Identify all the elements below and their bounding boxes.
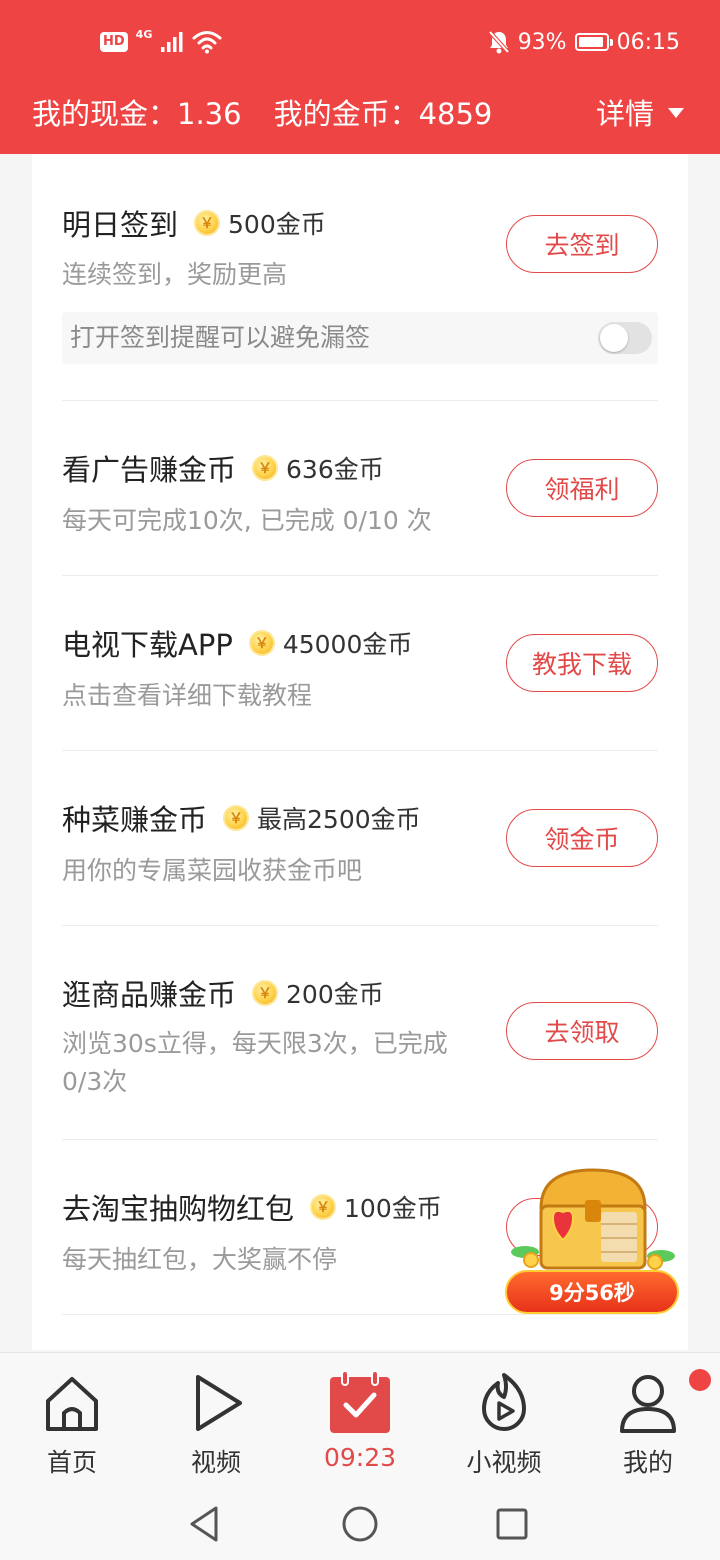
nav-home-label: 首页 bbox=[46, 1448, 97, 1477]
task-reward-text: 200金币 bbox=[286, 980, 384, 1009]
task-description: 每天抽红包，大奖赢不停 bbox=[62, 1245, 338, 1274]
sign-in-reminder: 打开签到提醒可以避免漏签 bbox=[62, 312, 658, 364]
coin-icon: ￥ bbox=[223, 805, 250, 831]
task-title: 种菜赚金币 bbox=[62, 803, 208, 837]
battery-level bbox=[578, 37, 603, 47]
nav-video-label: 视频 bbox=[190, 1448, 241, 1477]
home-icon bbox=[46, 1377, 98, 1431]
details-label: 详情 bbox=[595, 97, 654, 131]
task-title: 逛商品赚金币 bbox=[62, 978, 237, 1012]
claim-coins-button[interactable]: 领金币 bbox=[506, 809, 658, 867]
task-reward: ￥ 100金币 bbox=[310, 1189, 442, 1225]
task-description: 连续签到，奖励更高 bbox=[62, 260, 288, 289]
task-title-row: 电视下载APP ￥ 45000金币 bbox=[62, 622, 412, 664]
task-watch-ads: 看广告赚金币 ￥ 636金币 每天可完成10次, 已完成 0/10 次 领福利 bbox=[62, 401, 658, 576]
task-reward-text: 100金币 bbox=[344, 1194, 442, 1223]
task-description: 用你的专属菜园收获金币吧 bbox=[62, 856, 363, 885]
nav-tasks[interactable]: 09:23 bbox=[300, 1371, 420, 1481]
reminder-text: 打开签到提醒可以避免漏签 bbox=[70, 323, 371, 352]
network-type: 4G bbox=[135, 27, 153, 41]
nav-video[interactable]: 视频 bbox=[156, 1371, 276, 1481]
play-icon bbox=[196, 1375, 242, 1431]
nav-short-video-label: 小视频 bbox=[466, 1448, 542, 1477]
task-description: 点击查看详细下载教程 bbox=[62, 681, 313, 710]
hd-badge: HD bbox=[100, 32, 128, 52]
battery-icon bbox=[574, 33, 613, 51]
task-title: 明日签到 bbox=[62, 208, 179, 242]
task-title-row: 明日签到 ￥ 500金币 bbox=[62, 202, 326, 244]
status-bar: HD 4G 93% 06:15 bbox=[0, 0, 720, 84]
coin-icon: ￥ bbox=[252, 455, 279, 481]
signal-icon bbox=[161, 32, 183, 52]
coin-icon: ￥ bbox=[310, 1194, 337, 1220]
treasure-chest-widget[interactable]: 9分56秒 bbox=[505, 1160, 679, 1320]
nav-tasks-label: 09:23 bbox=[323, 1443, 397, 1472]
details-button[interactable]: 详情 bbox=[596, 88, 684, 136]
task-description: 每天可完成10次, 已完成 0/10 次 bbox=[62, 506, 432, 535]
nav-home[interactable]: 首页 bbox=[12, 1371, 132, 1481]
task-grow-vegetables: 种菜赚金币 ￥ 最高2500金币 用你的专属菜园收获金币吧 领金币 bbox=[62, 751, 658, 926]
system-nav bbox=[0, 1488, 720, 1560]
notification-dot bbox=[689, 1369, 711, 1391]
cash-balance: 我的现金：1.36 bbox=[32, 97, 242, 131]
treasure-chest-icon bbox=[511, 1168, 675, 1270]
nav-profile-label: 我的 bbox=[622, 1448, 673, 1477]
task-reward-text: 45000金币 bbox=[282, 630, 413, 659]
back-icon[interactable] bbox=[184, 1502, 228, 1546]
profile-icon bbox=[620, 1375, 676, 1433]
task-title-row: 去淘宝抽购物红包 ￥ 100金币 bbox=[62, 1186, 442, 1228]
task-title-row: 种菜赚金币 ￥ 最高2500金币 bbox=[62, 797, 421, 839]
home-circle-icon[interactable] bbox=[338, 1502, 382, 1546]
status-bar-left: HD 4G bbox=[100, 26, 222, 58]
status-bar-right: 93% 06:15 bbox=[488, 26, 680, 58]
task-title: 看广告赚金币 bbox=[62, 453, 237, 487]
battery-percent: 93% bbox=[517, 29, 567, 55]
app-screen: HD 4G 93% 06:15 我的现金：1.36 我的金币：4859 详情 明… bbox=[0, 0, 720, 1560]
task-reward-text: 最高2500金币 bbox=[257, 805, 421, 834]
bottom-nav: 首页 视频 09:23 小视频 我的 bbox=[0, 1352, 720, 1488]
caret-down-icon bbox=[668, 108, 684, 118]
coin-icon: ￥ bbox=[248, 630, 275, 656]
task-title-row: 逛商品赚金币 ￥ 200金币 bbox=[62, 972, 384, 1014]
sign-in-button[interactable]: 去签到 bbox=[506, 215, 658, 273]
clock: 06:15 bbox=[616, 29, 680, 55]
task-title: 电视下载APP bbox=[62, 628, 233, 662]
nav-profile[interactable]: 我的 bbox=[588, 1371, 708, 1481]
coin-icon: ￥ bbox=[194, 210, 221, 236]
mute-bell-icon bbox=[488, 30, 510, 54]
task-title-row: 看广告赚金币 ￥ 636金币 bbox=[62, 447, 384, 489]
recents-icon[interactable] bbox=[490, 1502, 534, 1546]
calendar-check-icon bbox=[330, 1371, 390, 1433]
task-browse-products: 逛商品赚金币 ￥ 200金币 浏览30s立得，每天限3次，已完成0/3次 去领取 bbox=[62, 926, 658, 1140]
claim-welfare-button[interactable]: 领福利 bbox=[506, 459, 658, 517]
task-reward-text: 636金币 bbox=[286, 455, 384, 484]
nav-short-video[interactable]: 小视频 bbox=[444, 1371, 564, 1481]
task-reward: ￥ 200金币 bbox=[252, 975, 384, 1011]
task-tv-download: 电视下载APP ￥ 45000金币 点击查看详细下载教程 教我下载 bbox=[62, 576, 658, 751]
task-reward: ￥ 45000金币 bbox=[248, 625, 413, 661]
task-description: 浏览30s立得，每天限3次，已完成0/3次 bbox=[62, 1029, 448, 1096]
task-reward: ￥ 500金币 bbox=[194, 205, 326, 241]
go-claim-button[interactable]: 去领取 bbox=[506, 1002, 658, 1060]
task-sign-in: 明日签到 ￥ 500金币 连续签到，奖励更高 去签到 打开签到提醒可以避免漏签 bbox=[62, 154, 658, 401]
coin-balance: 我的金币：4859 bbox=[273, 97, 493, 131]
task-reward: ￥ 636金币 bbox=[252, 450, 384, 486]
toggle-knob bbox=[600, 324, 628, 352]
task-reward: ￥ 最高2500金币 bbox=[223, 800, 421, 836]
task-reward-text: 500金币 bbox=[228, 210, 326, 239]
short-video-icon bbox=[482, 1373, 526, 1431]
wallet-summary: 我的现金：1.36 我的金币：4859 详情 bbox=[0, 88, 720, 136]
download-tutorial-button[interactable]: 教我下载 bbox=[506, 634, 658, 692]
header: HD 4G 93% 06:15 我的现金：1.36 我的金币：4859 详情 bbox=[0, 0, 720, 154]
task-title: 去淘宝抽购物红包 bbox=[62, 1192, 295, 1226]
chest-countdown: 9分56秒 bbox=[505, 1270, 679, 1314]
reminder-toggle[interactable] bbox=[598, 322, 652, 354]
wifi-icon bbox=[192, 31, 222, 54]
coin-icon: ￥ bbox=[252, 980, 279, 1006]
